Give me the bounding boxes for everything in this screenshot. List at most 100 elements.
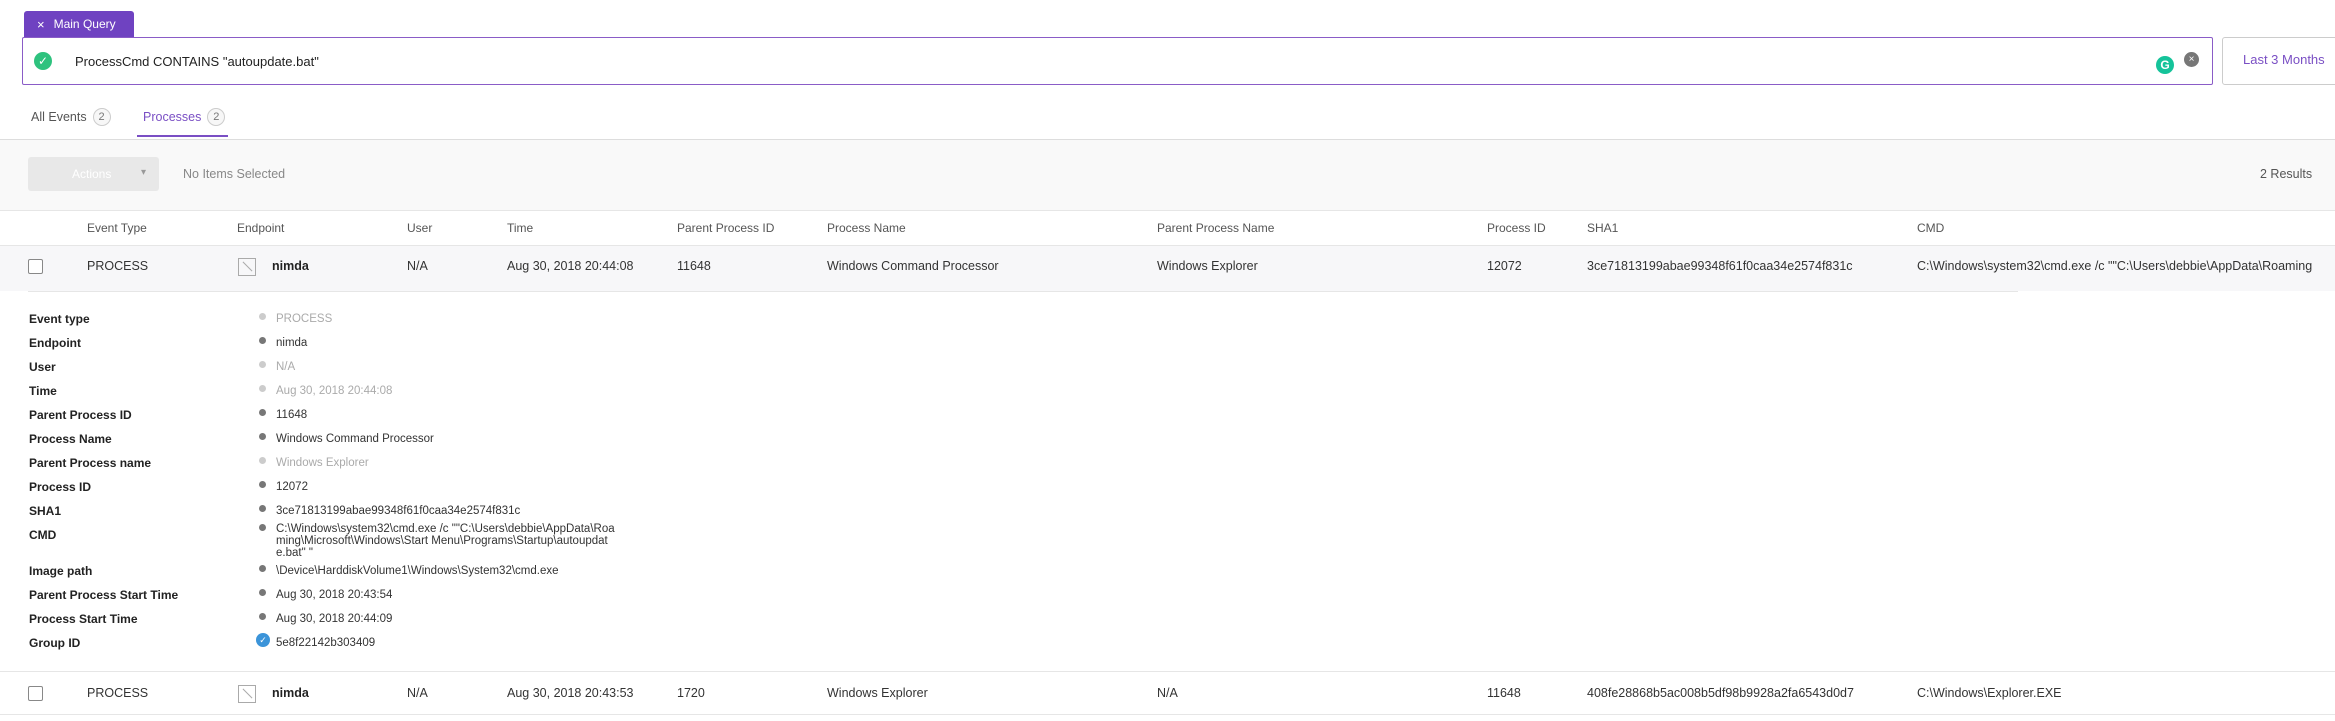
active-tab-indicator (137, 135, 228, 137)
detail-label-group-id: Group ID (29, 636, 81, 650)
detail-value-user: N/A (276, 361, 296, 373)
tab-label: Processes (143, 110, 202, 124)
clear-query-icon[interactable]: × (2184, 52, 2199, 67)
bullet (259, 433, 266, 440)
detail-label-sha1: SHA1 (29, 504, 62, 518)
divider (0, 714, 2335, 715)
col-sha1[interactable]: SHA1 (1587, 221, 1618, 235)
col-cmd[interactable]: CMD (1917, 221, 1944, 235)
detail-value-sha1: 3ce71813199abae99348f61f0caa34e2574f831c (276, 505, 521, 517)
cell-parent-process-name: Windows Explorer (1157, 259, 1258, 273)
detail-label-event-type: Event type (29, 312, 90, 326)
detail-label-image-path: Image path (29, 564, 93, 578)
col-parent-process-name[interactable]: Parent Process Name (1157, 221, 1274, 235)
check-icon: ✓ (34, 52, 52, 70)
count-badge: 2 (207, 108, 226, 126)
actions-label: Actions (72, 167, 112, 181)
detail-label-parent-start: Parent Process Start Time (29, 588, 179, 602)
tab-processes[interactable]: Processes 2 (143, 108, 226, 126)
detail-label-endpoint: Endpoint (29, 336, 81, 350)
detail-value-parent-pid: 11648 (276, 409, 308, 421)
detail-label-cmd: CMD (29, 528, 57, 542)
detail-value-start: Aug 30, 2018 20:44:09 (276, 613, 393, 625)
row-checkbox[interactable] (28, 259, 43, 274)
bullet (259, 524, 266, 531)
cell-user: N/A (407, 259, 428, 273)
cell-user: N/A (407, 686, 428, 700)
bullet (259, 565, 266, 572)
endpoint-icon (238, 685, 256, 703)
cell-pid: 12072 (1487, 259, 1522, 273)
detail-label-user: User (29, 360, 56, 374)
cell-cmd: C:\Windows\system32\cmd.exe /c ""C:\User… (1917, 259, 2313, 273)
bullet (259, 505, 266, 512)
col-time[interactable]: Time (507, 221, 533, 235)
results-toolbar (0, 140, 2335, 210)
detail-value-time: Aug 30, 2018 20:44:08 (276, 385, 393, 397)
cell-time: Aug 30, 2018 20:43:53 (507, 686, 634, 700)
detail-label-process-name: Process Name (29, 432, 112, 446)
query-tab[interactable]: × Main Query (24, 11, 134, 37)
checkmark-badge-icon: ✓ (256, 633, 270, 647)
detail-label-parent-process-name: Parent Process name (29, 456, 152, 470)
cell-pid: 11648 (1487, 686, 1521, 700)
detail-value-group-id: 5e8f22142b303409 (276, 637, 376, 649)
count-badge: 2 (92, 108, 111, 126)
time-range-button[interactable]: Last 3 Months (2222, 37, 2335, 85)
selection-status: No Items Selected (183, 167, 286, 181)
bullet (259, 409, 266, 416)
detail-value-image-path: \Device\HarddiskVolume1\Windows\System32… (276, 565, 559, 577)
cell-sha1: 3ce71813199abae99348f61f0caa34e2574f831c (1587, 259, 1853, 273)
cell-parent-pid: 1720 (677, 686, 705, 700)
bullet (259, 481, 266, 488)
divider (0, 210, 2335, 211)
cell-sha1: 408fe28868b5ac008b5df98b9928a2fa6543d0d7 (1587, 686, 1854, 700)
bullet (259, 337, 266, 344)
cell-event-type: PROCESS (87, 686, 149, 700)
detail-value-parent-process-name: Windows Explorer (276, 457, 369, 469)
divider (28, 291, 2018, 292)
detail-value-cmd: C:\Windows\system32\cmd.exe /c ""C:\User… (276, 523, 615, 559)
cell-parent-process-name: N/A (1157, 686, 1178, 700)
tab-label: All Events (31, 110, 87, 124)
query-text[interactable]: ProcessCmd CONTAINS "autoupdate.bat" (75, 54, 319, 69)
col-pid[interactable]: Process ID (1487, 221, 1546, 235)
col-endpoint[interactable]: Endpoint (237, 221, 284, 235)
cell-event-type: PROCESS (87, 259, 149, 273)
results-count: 2 Results (2260, 167, 2313, 181)
cell-cmd: C:\Windows\Explorer.EXE (1917, 686, 2062, 700)
detail-value-event-type: PROCESS (276, 313, 333, 325)
actions-button[interactable]: Actions ▾ (28, 157, 159, 191)
detail-label-pid: Process ID (29, 480, 92, 494)
col-event-type[interactable]: Event Type (87, 221, 147, 235)
cell-process-name: Windows Explorer (827, 686, 928, 700)
detail-label-time: Time (29, 384, 57, 398)
cell-time: Aug 30, 2018 20:44:08 (507, 259, 634, 273)
col-user[interactable]: User (407, 221, 432, 235)
cell-process-name: Windows Command Processor (827, 259, 999, 273)
bullet (259, 457, 266, 464)
cell-parent-pid: 11648 (677, 259, 711, 273)
tab-all-events[interactable]: All Events 2 (31, 108, 111, 126)
detail-value-pid: 12072 (276, 481, 308, 493)
endpoint-icon (238, 258, 256, 276)
detail-label-parent-pid: Parent Process ID (29, 408, 132, 422)
col-process-name[interactable]: Process Name (827, 221, 906, 235)
chevron-down-icon: ▾ (141, 167, 147, 178)
col-parent-pid[interactable]: Parent Process ID (677, 221, 774, 235)
cell-endpoint[interactable]: nimda (272, 259, 309, 273)
detail-value-endpoint: nimda (276, 337, 308, 349)
close-query-icon[interactable]: × (37, 17, 45, 32)
grammarly-icon[interactable]: G (2156, 56, 2174, 74)
bullet (259, 613, 266, 620)
row-checkbox[interactable] (28, 686, 43, 701)
detail-label-start: Process Start Time (29, 612, 138, 626)
detail-value-parent-start: Aug 30, 2018 20:43:54 (276, 589, 393, 601)
cell-endpoint[interactable]: nimda (272, 686, 309, 700)
bullet (259, 361, 266, 368)
detail-value-process-name: Windows Command Processor (276, 433, 434, 445)
query-tab-label: Main Query (53, 17, 116, 31)
bullet (259, 313, 266, 320)
bullet (259, 385, 266, 392)
query-input[interactable]: ✓ ProcessCmd CONTAINS "autoupdate.bat" G… (22, 37, 2213, 85)
